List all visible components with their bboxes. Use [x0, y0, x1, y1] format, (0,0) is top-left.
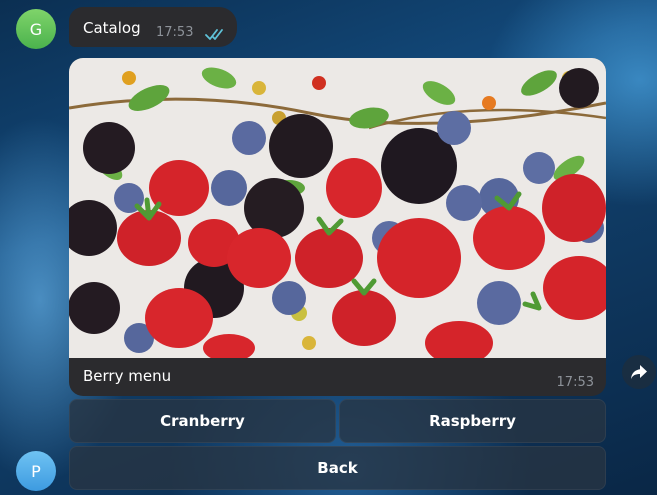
- catalog-message-bubble: Catalog 17:53: [69, 7, 237, 47]
- message-text: Catalog: [83, 19, 141, 37]
- media-caption: Berry menu: [83, 367, 172, 385]
- berries-photo[interactable]: [69, 58, 606, 358]
- user-avatar[interactable]: P: [16, 451, 56, 491]
- media-time: 17:53: [556, 375, 594, 390]
- user-avatar-letter: P: [31, 461, 41, 481]
- raspberry-button[interactable]: Raspberry: [339, 399, 606, 443]
- share-button[interactable]: [622, 355, 656, 389]
- share-arrow-icon: [631, 365, 647, 379]
- message-time: 17:53: [156, 25, 194, 40]
- sender-avatar[interactable]: G: [16, 9, 56, 49]
- sender-avatar-letter: G: [29, 19, 43, 39]
- cranberry-button[interactable]: Cranberry: [69, 399, 336, 443]
- double-check-icon: [205, 29, 223, 40]
- photo-message-bubble: Berry menu 17:53: [69, 58, 606, 396]
- back-button[interactable]: Back: [69, 446, 606, 490]
